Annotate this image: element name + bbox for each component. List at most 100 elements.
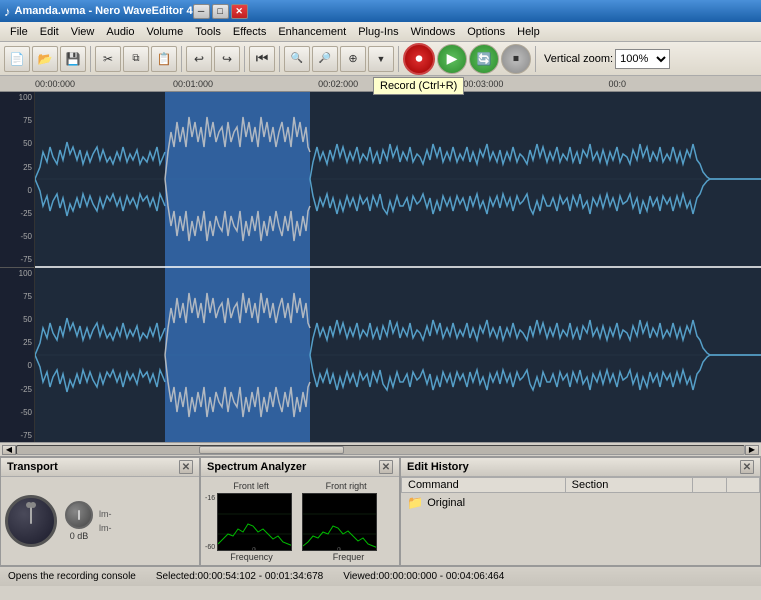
play-button[interactable]: ▶ — [437, 44, 467, 74]
transport-panel-content: 0 dB lm- lm- — [1, 477, 199, 565]
transport-dial[interactable] — [5, 495, 57, 547]
toolbar-sep-6 — [535, 46, 536, 72]
spectrum-graphs-container: Front left Front right -16 -60 — [205, 481, 395, 562]
spectrum-svg-right: 0 — [302, 493, 377, 551]
y-label-bot-n75: -75 — [0, 432, 32, 440]
history-col-command: Command — [402, 478, 566, 493]
history-table: Command Section — [401, 477, 760, 493]
y-label-top-n25: -25 — [0, 210, 32, 218]
zoom-select[interactable]: 100% 25% 50% 75% 150% 200% — [615, 49, 670, 69]
spectrum-left-graph: -16 -60 0 — [205, 493, 298, 562]
copy-button[interactable]: ⧉ — [123, 46, 149, 72]
spectrum-panel-header: Spectrum Analyzer ✕ — [201, 458, 399, 477]
extra-label-2: lm- — [99, 523, 112, 533]
history-col-extra1 — [693, 478, 726, 493]
status-viewed: Viewed:00:00:00:000 - 00:04:06:464 — [343, 571, 504, 582]
scroll-left-arrow[interactable]: ◀ — [2, 445, 16, 455]
menu-enhancement[interactable]: Enhancement — [272, 24, 352, 40]
zoom-dropdown-button[interactable]: ▼ — [368, 46, 394, 72]
toolbar-sep-4 — [279, 46, 280, 72]
y-label-top-100: 100 — [0, 94, 32, 102]
history-panel-title: Edit History — [407, 461, 469, 473]
menu-volume[interactable]: Volume — [141, 24, 190, 40]
waveform-svg[interactable] — [35, 92, 761, 442]
timeline-mark-4: 00:0 — [609, 79, 627, 89]
y-label-bot-0: 0 — [0, 362, 32, 370]
svg-text:0: 0 — [252, 547, 256, 551]
y-label-bot-25: 25 — [0, 339, 32, 347]
zoom-in-button[interactable]: 🔍 — [284, 46, 310, 72]
menu-audio[interactable]: Audio — [100, 24, 140, 40]
history-panel-close[interactable]: ✕ — [740, 460, 754, 474]
zoom-sel-button[interactable]: ⊕ — [340, 46, 366, 72]
y-label-top-25: 25 — [0, 164, 32, 172]
spectrum-panel-title: Spectrum Analyzer — [207, 461, 306, 473]
scroll-track[interactable] — [16, 445, 745, 455]
spectrum-y-axis-left: -16 -60 — [205, 493, 215, 551]
y-label-bot-n25: -25 — [0, 386, 32, 394]
timeline-mark-3: 00:03:000 — [463, 79, 503, 89]
history-panel-header: Edit History ✕ — [401, 458, 760, 477]
save-button[interactable]: 💾 — [60, 46, 86, 72]
loop-button[interactable]: 🔄 — [469, 44, 499, 74]
minimize-button[interactable]: ─ — [193, 4, 210, 19]
menu-options[interactable]: Options — [461, 24, 511, 40]
spectrum-left-label: Front left — [233, 481, 269, 491]
app-title: Amanda.wma - Nero WaveEditor 4 — [15, 5, 193, 17]
redo-button[interactable]: ↪ — [214, 46, 240, 72]
timeline-mark-2: 00:02:000 — [318, 79, 358, 89]
close-button[interactable]: ✕ — [231, 4, 248, 19]
db-value: 0 dB — [70, 531, 89, 541]
menu-effects[interactable]: Effects — [227, 24, 272, 40]
undo-button[interactable]: ↩ — [186, 46, 212, 72]
y-label-bot-75: 75 — [0, 293, 32, 301]
toolbar-sep-5 — [398, 46, 399, 72]
titlebar: ♪ Amanda.wma - Nero WaveEditor 4 ─ □ ✕ — [0, 0, 761, 22]
transport-panel-close[interactable]: ✕ — [179, 460, 193, 474]
skip-start-button[interactable]: ⏮ — [249, 46, 275, 72]
freq-label-left: Frequency — [205, 552, 298, 562]
knob-indicator — [78, 510, 80, 520]
spectrum-panel-content: Front left Front right -16 -60 — [201, 477, 399, 565]
waveform-area[interactable]: 100 75 50 25 0 -25 -50 -75 100 75 50 25 … — [0, 92, 761, 442]
toolbar-sep-1 — [90, 46, 91, 72]
bottom-panels: Transport ✕ 0 dB lm- lm- — [0, 456, 761, 566]
y-label-minus16: -16 — [205, 495, 215, 502]
menu-help[interactable]: Help — [511, 24, 546, 40]
scroll-right-arrow[interactable]: ▶ — [745, 445, 759, 455]
menu-windows[interactable]: Windows — [405, 24, 462, 40]
spectrum-dual-graphs: -16 -60 0 — [205, 493, 395, 562]
volume-knob[interactable] — [65, 501, 93, 529]
new-button[interactable]: 📄 — [4, 46, 30, 72]
menu-edit[interactable]: Edit — [34, 24, 65, 40]
app-icon: ♪ — [4, 4, 11, 19]
menu-file[interactable]: File — [4, 24, 34, 40]
menubar: File Edit View Audio Volume Tools Effect… — [0, 22, 761, 42]
transport-panel: Transport ✕ 0 dB lm- lm- — [0, 457, 200, 566]
folder-icon: 📁 — [407, 495, 423, 511]
history-col-section: Section — [565, 478, 693, 493]
y-label-top-n75: -75 — [0, 256, 32, 264]
menu-tools[interactable]: Tools — [189, 24, 227, 40]
record-button[interactable]: ⏺ — [403, 43, 435, 75]
paste-button[interactable]: 📋 — [151, 46, 177, 72]
transport-panel-header: Transport ✕ — [1, 458, 199, 477]
spectrum-right-inner: 0 — [302, 493, 395, 551]
open-button[interactable]: 📂 — [32, 46, 58, 72]
history-original-row[interactable]: 📁 Original — [401, 493, 471, 513]
horizontal-scrollbar[interactable]: ◀ ▶ — [0, 442, 761, 456]
zoom-out-button[interactable]: 🔎 — [312, 46, 338, 72]
maximize-button[interactable]: □ — [212, 4, 229, 19]
transport-extra-controls: lm- lm- — [99, 509, 112, 533]
history-panel: Edit History ✕ Command Section 📁 Origina… — [400, 457, 761, 566]
spectrum-panel-close[interactable]: ✕ — [379, 460, 393, 474]
y-label-top-50: 50 — [0, 140, 32, 148]
menu-plugins[interactable]: Plug-Ins — [352, 24, 404, 40]
menu-view[interactable]: View — [65, 24, 101, 40]
cut-button[interactable]: ✂ — [95, 46, 121, 72]
scroll-thumb[interactable] — [199, 446, 344, 454]
extra-label-1: lm- — [99, 509, 112, 519]
stop-button[interactable]: ⏹ — [501, 44, 531, 74]
timeline-ruler: 00:00:000 00:01:000 00:02:000 00:03:000 … — [0, 76, 761, 92]
spectrum-right-graph: 0 Frequer — [302, 493, 395, 562]
